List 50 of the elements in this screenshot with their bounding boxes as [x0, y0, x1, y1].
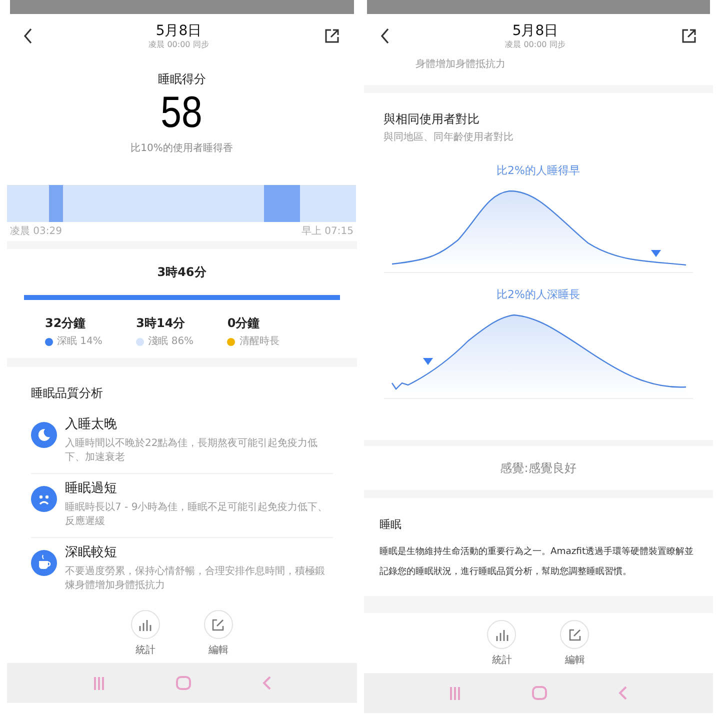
toolbar-button[interactable]	[204, 610, 233, 639]
toolbar-label: 統計	[492, 655, 512, 667]
sync-time: 凌晨 00:00 同步	[505, 40, 566, 50]
feeling-text: 感覺:感覺良好	[500, 460, 576, 477]
section-title: 睡眠	[380, 517, 402, 533]
edit-icon	[211, 618, 226, 632]
toolbar-label: 統計	[135, 645, 156, 657]
bar-chart-icon	[138, 618, 152, 630]
stage-label: 清醒時長	[239, 334, 280, 349]
issue-title: 睡眠過短	[65, 480, 118, 498]
date-title: 5月8日	[512, 22, 558, 40]
section-title: 與相同使用者對比	[384, 111, 480, 128]
score-label: 睡眠得分	[158, 71, 206, 88]
issue-title: 深眠較短	[65, 544, 118, 562]
toolbar-button[interactable]	[560, 620, 590, 649]
total-duration: 3時46分	[157, 264, 206, 280]
cup-icon	[31, 550, 57, 576]
end-time: 早上 07:15	[302, 224, 354, 239]
sad-face-icon	[31, 486, 57, 512]
edit-icon	[568, 628, 582, 642]
chart-caption: 比2%的人睡得早	[496, 163, 580, 179]
score-value: 58	[160, 91, 203, 135]
date-title: 5月8日	[156, 22, 202, 40]
stage-duration: 3時14分	[136, 316, 186, 331]
toolbar-button[interactable]	[130, 610, 160, 639]
share-icon[interactable]	[680, 28, 697, 44]
bar-chart-icon	[494, 628, 509, 640]
issue-description: 身體增加身體抵抗力	[416, 58, 506, 72]
share-icon[interactable]	[324, 28, 340, 44]
stage-duration: 0分鐘	[227, 316, 261, 331]
toolbar-label: 編輯	[208, 645, 228, 657]
stage-label: 淺眠 86%	[148, 335, 194, 349]
section-title: 睡眠品質分析	[31, 385, 104, 402]
issue-description: 不要過度勞累，保持心情舒暢，合理安排作息時間，積極鍛煉身體增加身體抵抗力	[65, 565, 326, 593]
issue-description: 睡眠時長以7 - 9小時為佳，睡眠不足可能引起免疫力低下、反應遲緩	[65, 501, 329, 529]
moon-icon	[31, 422, 57, 448]
back-icon[interactable]	[380, 28, 390, 44]
section-subtitle: 與同地區、同年齡使用者對比	[384, 130, 514, 145]
back-icon[interactable]	[23, 28, 33, 44]
score-comparison: 比10%的使用者睡得香	[130, 142, 233, 156]
toolbar-label: 編輯	[564, 655, 585, 667]
issue-title: 入睡太晚	[65, 416, 118, 434]
start-time: 凌晨 03:29	[10, 224, 62, 239]
toolbar-button[interactable]	[487, 620, 516, 649]
chart-caption: 比2%的人深睡長	[496, 286, 580, 302]
sync-time: 凌晨 00:00 同步	[148, 40, 209, 50]
issue-description: 入睡時間以不晚於22點為佳，長期熬夜可能引起免疫力低下、加速衰老	[65, 437, 319, 465]
stage-duration: 32分鐘	[45, 316, 87, 331]
sleep-description: 睡眠是生物維持生命活動的重要行為之一。Amazfit透過手環等硬體裝置瞭解並記錄您的睡眠狀況，進行睡眠品質分析，幫助您調整睡眠習慣。	[380, 544, 695, 578]
stage-label: 深眠 14%	[57, 335, 102, 349]
